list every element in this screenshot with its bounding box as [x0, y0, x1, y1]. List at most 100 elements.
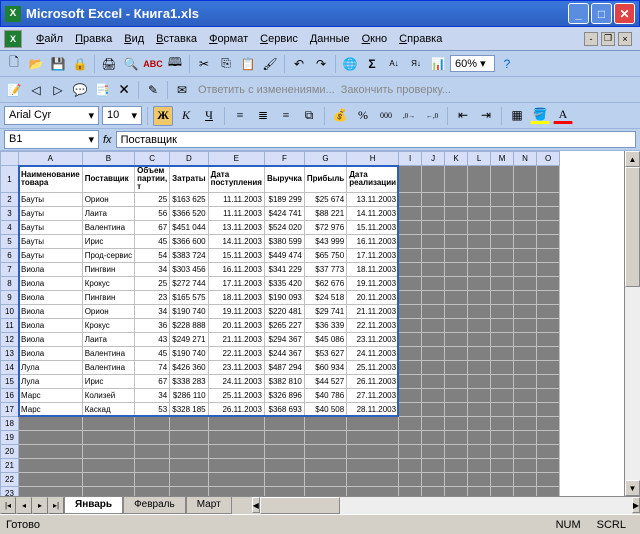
cell[interactable]: Валентина: [82, 221, 134, 235]
cell[interactable]: $190 740: [170, 305, 208, 319]
row-header-6[interactable]: 6: [1, 249, 19, 263]
undo-icon[interactable]: ↶: [289, 54, 309, 74]
cell[interactable]: $380 599: [264, 235, 304, 249]
cell[interactable]: 20.11.2003: [347, 291, 399, 305]
cell[interactable]: $165 575: [170, 291, 208, 305]
cell[interactable]: 43: [135, 333, 170, 347]
row-header-19[interactable]: 19: [1, 431, 19, 445]
redo-icon[interactable]: ↷: [311, 54, 331, 74]
cell[interactable]: $228 888: [170, 319, 208, 333]
font-color-icon[interactable]: A: [553, 107, 573, 124]
maximize-button[interactable]: □: [591, 3, 612, 24]
cell[interactable]: $449 474: [264, 249, 304, 263]
cell[interactable]: $163 625: [170, 193, 208, 207]
cell[interactable]: 28.11.2003: [347, 403, 399, 417]
fx-button[interactable]: fx: [103, 134, 112, 146]
cell[interactable]: Виола: [19, 277, 83, 291]
col-header-D[interactable]: D: [170, 152, 208, 166]
close-button[interactable]: ✕: [614, 3, 635, 24]
row-header-15[interactable]: 15: [1, 375, 19, 389]
cell[interactable]: $451 044: [170, 221, 208, 235]
borders-icon[interactable]: ▦: [507, 106, 527, 126]
chart-icon[interactable]: 📊: [428, 54, 448, 74]
cell[interactable]: Бауты: [19, 235, 83, 249]
cell[interactable]: $88 221: [304, 207, 346, 221]
cell[interactable]: $40 508: [304, 403, 346, 417]
row-header-22[interactable]: 22: [1, 473, 19, 487]
spreadsheet-grid[interactable]: ABCDEFGHIJKLMNO1Наименование товараПоста…: [0, 151, 560, 496]
italic-button[interactable]: К: [176, 106, 196, 126]
cell[interactable]: Марс: [19, 389, 83, 403]
cell[interactable]: $244 367: [264, 347, 304, 361]
cell[interactable]: $36 339: [304, 319, 346, 333]
doc-close-button[interactable]: ×: [618, 32, 632, 46]
cell[interactable]: 25.11.2003: [208, 389, 264, 403]
cell[interactable]: 67: [135, 375, 170, 389]
cell[interactable]: 34: [135, 305, 170, 319]
menu-Вид[interactable]: Вид: [118, 30, 150, 48]
row-header-17[interactable]: 17: [1, 403, 19, 417]
cell[interactable]: $383 724: [170, 249, 208, 263]
cell[interactable]: 21.11.2003: [208, 333, 264, 347]
cell[interactable]: $190 740: [170, 347, 208, 361]
cell[interactable]: 15.11.2003: [208, 249, 264, 263]
cell[interactable]: 20.11.2003: [208, 319, 264, 333]
print-icon[interactable]: 🖨: [99, 54, 119, 74]
comma-icon[interactable]: 000: [376, 106, 396, 126]
show-comment-icon[interactable]: 💬: [70, 80, 90, 100]
col-header-H[interactable]: H: [347, 152, 399, 166]
cell[interactable]: $24 518: [304, 291, 346, 305]
cell[interactable]: 34: [135, 263, 170, 277]
tab-last-button[interactable]: ▸|: [48, 497, 64, 514]
cell[interactable]: 18.11.2003: [208, 291, 264, 305]
cell[interactable]: 24.11.2003: [347, 347, 399, 361]
merge-icon[interactable]: ⧉: [299, 106, 319, 126]
cell[interactable]: 16.11.2003: [347, 235, 399, 249]
cell[interactable]: Наименование товара: [19, 166, 83, 193]
tab-next-button[interactable]: ▸: [32, 497, 48, 514]
cell[interactable]: Затраты: [170, 166, 208, 193]
cell[interactable]: 27.11.2003: [347, 389, 399, 403]
row-header-5[interactable]: 5: [1, 235, 19, 249]
cell[interactable]: 34: [135, 389, 170, 403]
row-header-20[interactable]: 20: [1, 445, 19, 459]
cell[interactable]: $265 227: [264, 319, 304, 333]
col-header-A[interactable]: A: [19, 152, 83, 166]
cell[interactable]: 23.11.2003: [347, 333, 399, 347]
cell[interactable]: $62 676: [304, 277, 346, 291]
col-header-E[interactable]: E: [208, 152, 264, 166]
cell[interactable]: 36: [135, 319, 170, 333]
delete-comment-icon[interactable]: 🗙: [114, 80, 134, 100]
preview-icon[interactable]: 🔍: [121, 54, 141, 74]
col-header-C[interactable]: C: [135, 152, 170, 166]
cell[interactable]: 17.11.2003: [347, 249, 399, 263]
cell[interactable]: $25 674: [304, 193, 346, 207]
fill-color-icon[interactable]: 🪣: [530, 107, 550, 124]
cell[interactable]: Прод-сервис: [82, 249, 134, 263]
cell[interactable]: Крокус: [82, 277, 134, 291]
row-header-4[interactable]: 4: [1, 221, 19, 235]
cell[interactable]: $368 693: [264, 403, 304, 417]
cell[interactable]: $272 744: [170, 277, 208, 291]
ink-icon[interactable]: ✎: [143, 80, 163, 100]
cell[interactable]: 25.11.2003: [347, 361, 399, 375]
autosum-icon[interactable]: Σ: [362, 54, 382, 74]
cell[interactable]: Бауты: [19, 221, 83, 235]
tab-prev-button[interactable]: ◂: [16, 497, 32, 514]
cell[interactable]: Виола: [19, 305, 83, 319]
cell[interactable]: Бауты: [19, 249, 83, 263]
cell[interactable]: 16.11.2003: [208, 263, 264, 277]
save-icon[interactable]: 💾: [48, 54, 68, 74]
percent-icon[interactable]: %: [353, 106, 373, 126]
cell[interactable]: Виола: [19, 291, 83, 305]
row-header-21[interactable]: 21: [1, 459, 19, 473]
row-header-12[interactable]: 12: [1, 333, 19, 347]
menu-Окно[interactable]: Окно: [356, 30, 394, 48]
increase-indent-icon[interactable]: ⇥: [476, 106, 496, 126]
align-left-icon[interactable]: ≡: [230, 106, 250, 126]
cell[interactable]: 25: [135, 277, 170, 291]
cell[interactable]: $424 741: [264, 207, 304, 221]
paste-icon[interactable]: 📋: [238, 54, 258, 74]
row-header-8[interactable]: 8: [1, 277, 19, 291]
sheet-tab-Январь[interactable]: Январь: [64, 497, 123, 514]
